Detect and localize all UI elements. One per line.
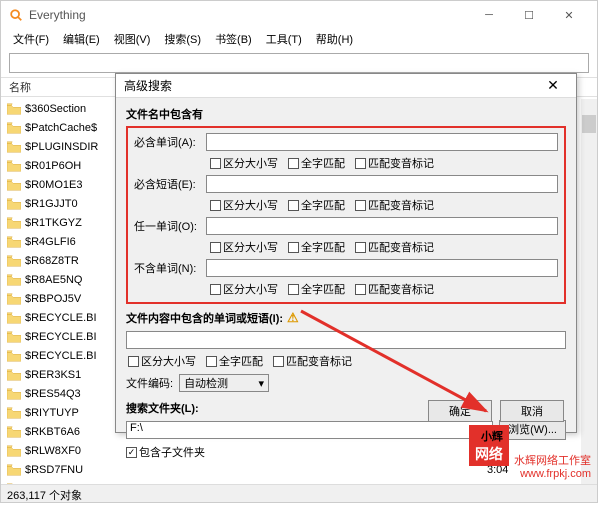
input-all-words[interactable]: [206, 133, 558, 151]
chk-accent-1[interactable]: 匹配变音标记: [355, 155, 434, 171]
statusbar: 263,117 个对象: [1, 484, 597, 502]
folder-icon: [7, 236, 21, 248]
folder-icon: [7, 217, 21, 229]
chk-case-4[interactable]: 区分大小写: [210, 281, 278, 297]
chk-accent-2[interactable]: 匹配变音标记: [355, 197, 434, 213]
folder-icon: [7, 198, 21, 210]
folder-icon: [7, 369, 21, 381]
encoding-select[interactable]: 自动检测▾: [179, 374, 269, 392]
section-content: 文件内容中包含的单词或短语(I):⚠: [126, 310, 566, 326]
folder-icon: [7, 122, 21, 134]
folder-icon: [7, 293, 21, 305]
dialog-close-icon[interactable]: ✕: [538, 77, 568, 94]
chk-accent-4[interactable]: 匹配变音标记: [355, 281, 434, 297]
filename-fields-group: 必含单词(A): 区分大小写 全字匹配 匹配变音标记 必含短语(E): 区分大小…: [126, 126, 566, 304]
close-button[interactable]: ✕: [549, 1, 589, 29]
menu-search[interactable]: 搜索(S): [158, 29, 207, 49]
scroll-thumb[interactable]: [582, 115, 596, 133]
maximize-button[interactable]: ☐: [509, 1, 549, 29]
menubar: 文件(F) 编辑(E) 视图(V) 搜索(S) 书签(B) 工具(T) 帮助(H…: [1, 29, 597, 49]
dialog-title: 高级搜索: [124, 77, 538, 94]
dialog-titlebar[interactable]: 高级搜索 ✕: [116, 74, 576, 98]
folder-icon: [7, 103, 21, 115]
menu-tools[interactable]: 工具(T): [260, 29, 308, 49]
main-window: Everything ─ ☐ ✕ 文件(F) 编辑(E) 视图(V) 搜索(S)…: [0, 0, 598, 503]
app-icon: [9, 8, 23, 22]
window-title: Everything: [29, 8, 469, 22]
menu-edit[interactable]: 编辑(E): [57, 29, 106, 49]
section-filename: 文件名中包含有: [126, 106, 566, 122]
chk-case-3[interactable]: 区分大小写: [210, 239, 278, 255]
folder-icon: [7, 312, 21, 324]
chk-accent-3[interactable]: 匹配变音标记: [355, 239, 434, 255]
chk-whole-1[interactable]: 全字匹配: [288, 155, 345, 171]
folder-icon: [7, 331, 21, 343]
menu-file[interactable]: 文件(F): [7, 29, 55, 49]
folder-icon: [7, 179, 21, 191]
label-phrase: 必含短语(E):: [134, 176, 206, 192]
chk-accent-content[interactable]: 匹配变音标记: [273, 353, 352, 369]
input-none-words[interactable]: [206, 259, 558, 277]
ok-button[interactable]: 确定: [428, 400, 492, 422]
chevron-down-icon: ▾: [259, 377, 265, 390]
label-none-words: 不含单词(N):: [134, 260, 206, 276]
warning-icon: ⚠: [287, 310, 299, 325]
chk-case-content[interactable]: 区分大小写: [128, 353, 196, 369]
chk-whole-content[interactable]: 全字匹配: [206, 353, 263, 369]
watermark-side: 水辉网络工作室: [514, 452, 591, 468]
input-phrase[interactable]: [206, 175, 558, 193]
chk-whole-3[interactable]: 全字匹配: [288, 239, 345, 255]
minimize-button[interactable]: ─: [469, 1, 509, 29]
label-all-words: 必含单词(A):: [134, 134, 206, 150]
watermark-brand: 小辉网络: [469, 425, 509, 466]
titlebar: Everything ─ ☐ ✕: [1, 1, 597, 29]
folder-icon: [7, 255, 21, 267]
input-any-words[interactable]: [206, 217, 558, 235]
folder-icon: [7, 464, 21, 476]
folder-icon: [7, 350, 21, 362]
menu-view[interactable]: 视图(V): [108, 29, 157, 49]
folder-icon: [7, 445, 21, 457]
encoding-label: 文件编码:: [126, 375, 173, 391]
search-input[interactable]: [9, 53, 589, 73]
folder-icon: [7, 388, 21, 400]
input-content[interactable]: [126, 331, 566, 349]
folder-input[interactable]: F:\: [126, 421, 493, 439]
chk-whole-4[interactable]: 全字匹配: [288, 281, 345, 297]
folder-icon: [7, 407, 21, 419]
chk-case-1[interactable]: 区分大小写: [210, 155, 278, 171]
chk-whole-2[interactable]: 全字匹配: [288, 197, 345, 213]
folder-icon: [7, 141, 21, 153]
menu-help[interactable]: 帮助(H): [310, 29, 359, 49]
folder-icon: [7, 274, 21, 286]
chk-case-2[interactable]: 区分大小写: [210, 197, 278, 213]
cancel-button[interactable]: 取消: [500, 400, 564, 422]
advanced-search-dialog: 高级搜索 ✕ 文件名中包含有 必含单词(A): 区分大小写 全字匹配 匹配变音标…: [115, 73, 577, 433]
menu-bookmarks[interactable]: 书签(B): [209, 29, 258, 49]
folder-icon: [7, 426, 21, 438]
label-any-words: 任一单词(O):: [134, 218, 206, 234]
watermark-url: www.frpkj.com: [469, 468, 591, 480]
folder-icon: [7, 160, 21, 172]
watermark: 小辉网络 水辉网络工作室 www.frpkj.com: [469, 425, 591, 480]
